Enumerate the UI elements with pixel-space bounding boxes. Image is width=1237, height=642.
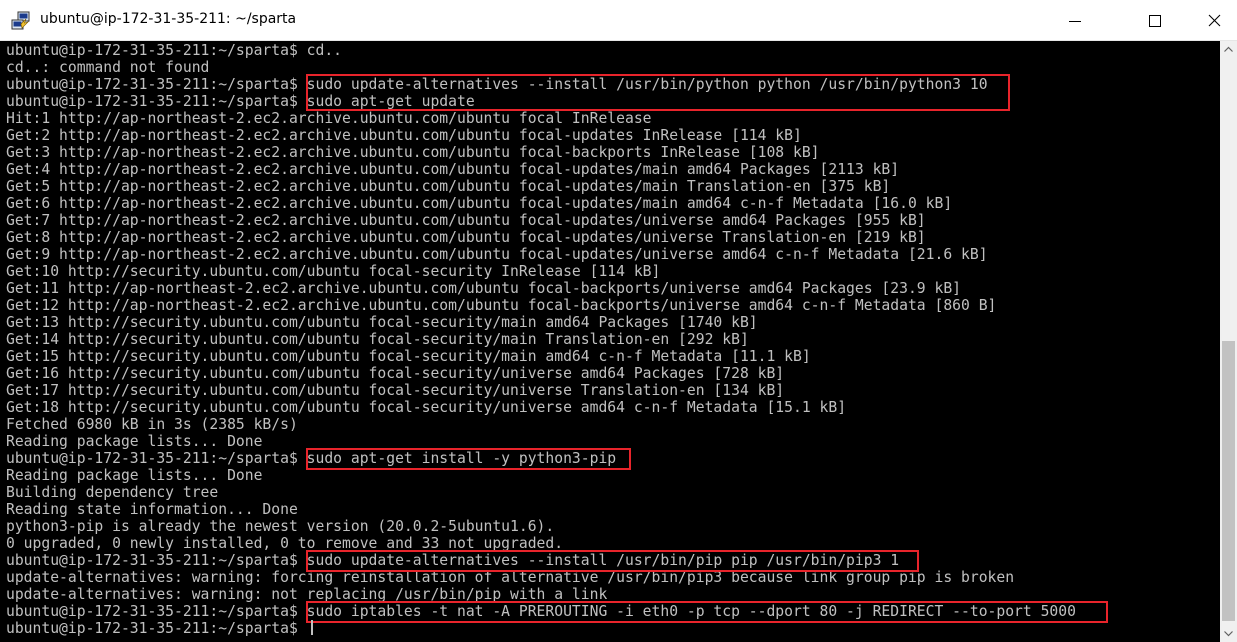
terminal-line: Get:8 http://ap-northeast-2.ec2.archive.… (6, 229, 926, 246)
terminal-line: Get:17 http://security.ubuntu.com/ubuntu… (6, 382, 785, 399)
chevron-up-icon (1224, 46, 1233, 52)
terminal-line: Get:5 http://ap-northeast-2.ec2.archive.… (6, 178, 891, 195)
terminal-line: Get:14 http://security.ubuntu.com/ubuntu… (6, 331, 749, 348)
close-button[interactable] (1191, 0, 1237, 41)
terminal-line: Get:12 http://ap-northeast-2.ec2.archive… (6, 297, 997, 314)
terminal-line: Building dependency tree (6, 484, 219, 501)
terminal-line: ubuntu@ip-172-31-35-211:~/sparta$ sudo i… (6, 603, 1076, 620)
terminal-line: ubuntu@ip-172-31-35-211:~/sparta$ cd.. (6, 42, 343, 59)
terminal-line: cd..: command not found (6, 59, 210, 76)
maximize-icon (1149, 15, 1161, 27)
scroll-down-button[interactable] (1220, 625, 1237, 642)
terminal-line: Get:16 http://security.ubuntu.com/ubuntu… (6, 365, 785, 382)
scroll-up-button[interactable] (1220, 41, 1237, 58)
minimize-button[interactable] (1054, 0, 1100, 41)
terminal-line: Hit:1 http://ap-northeast-2.ec2.archive.… (6, 110, 652, 127)
terminal-line: Get:4 http://ap-northeast-2.ec2.archive.… (6, 161, 900, 178)
terminal-line: Get:18 http://security.ubuntu.com/ubuntu… (6, 399, 847, 416)
terminal-prompt-line: ubuntu@ip-172-31-35-211:~/sparta$ (6, 620, 307, 637)
terminal-line: ubuntu@ip-172-31-35-211:~/sparta$ sudo a… (6, 450, 617, 467)
terminal-line: Reading package lists... Done (6, 433, 263, 450)
terminal-line: Get:6 http://ap-northeast-2.ec2.archive.… (6, 195, 953, 212)
close-icon (1208, 14, 1221, 27)
terminal-line: Fetched 6980 kB in 3s (2385 kB/s) (6, 416, 298, 433)
terminal-line: ubuntu@ip-172-31-35-211:~/sparta$ sudo a… (6, 93, 475, 110)
terminal-line: ubuntu@ip-172-31-35-211:~/sparta$ sudo u… (6, 552, 900, 569)
terminal-line: python3-pip is already the newest versio… (6, 518, 555, 535)
putty-icon[interactable] (11, 11, 31, 31)
terminal-line: Get:15 http://security.ubuntu.com/ubuntu… (6, 348, 811, 365)
terminal-line: Get:3 http://ap-northeast-2.ec2.archive.… (6, 144, 820, 161)
text-cursor (311, 620, 313, 635)
terminal-line: Get:2 http://ap-northeast-2.ec2.archive.… (6, 127, 802, 144)
chevron-down-icon (1224, 631, 1233, 637)
terminal-line: Get:10 http://security.ubuntu.com/ubuntu… (6, 263, 661, 280)
terminal-line: Reading state information... Done (6, 501, 298, 518)
terminal-line: ubuntu@ip-172-31-35-211:~/sparta$ sudo u… (6, 76, 988, 93)
vertical-scrollbar[interactable] (1220, 41, 1237, 642)
terminal-line: Get:7 http://ap-northeast-2.ec2.archive.… (6, 212, 926, 229)
terminal-line: Reading package lists... Done (6, 467, 263, 484)
terminal-line: update-alternatives: warning: forcing re… (6, 569, 1015, 586)
window-title: ubuntu@ip-172-31-35-211: ~/sparta (40, 11, 297, 27)
terminal-line: Get:11 http://ap-northeast-2.ec2.archive… (6, 280, 962, 297)
maximize-button[interactable] (1131, 0, 1177, 41)
terminal-output[interactable]: ubuntu@ip-172-31-35-211:~/sparta$ cd.. c… (0, 41, 1220, 642)
title-bar[interactable]: ubuntu@ip-172-31-35-211: ~/sparta (0, 0, 1237, 41)
terminal-line: update-alternatives: warning: not replac… (6, 586, 608, 603)
minimize-icon (1069, 21, 1081, 22)
terminal-line: 0 upgraded, 0 newly installed, 0 to remo… (6, 535, 564, 552)
scrollbar-thumb[interactable] (1222, 341, 1235, 621)
terminal-window: ubuntu@ip-172-31-35-211: ~/sparta ubuntu… (0, 0, 1237, 642)
terminal-line: Get:13 http://security.ubuntu.com/ubuntu… (6, 314, 758, 331)
terminal-line: Get:9 http://ap-northeast-2.ec2.archive.… (6, 246, 988, 263)
